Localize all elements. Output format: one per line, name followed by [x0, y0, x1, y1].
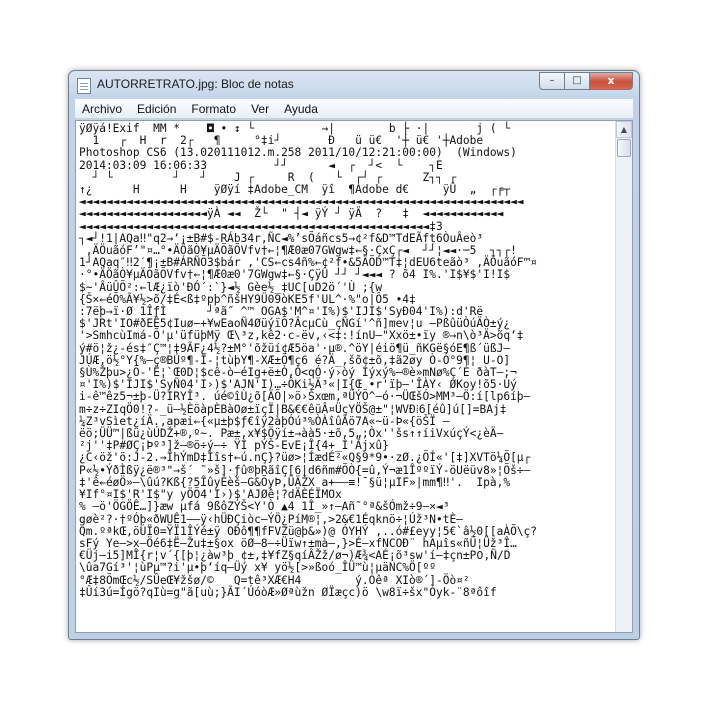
- text-line: §Ù%Žþu>¿Õ-'Ë¦`Œ0D¦$cê-ò—éIg+ë±Ò‚Ò<qÓ·ý›ò…: [79, 366, 517, 380]
- text-line: 1 ┌ H r 2┌ ¶ °‡i┘ Ð ü ü€ '┼ ü€ '┼Adobe: [79, 134, 484, 148]
- text-line: \ûa7Gí³'¦ùPµ™?i'µ•þ‘íq–Üý x¥ yö½[>»ßoó_Î…: [79, 561, 436, 575]
- text-line: $~'ÂüÛÕ²:←lÆ¿ïò'ÐÓ´:`}◄½ Gèe½_‡UC[uD2ö´'…: [79, 280, 383, 294]
- text-line: ²j''‡P#ØÇ¡Þº³]ž–®ö÷ý–÷ ŸÌ pÝŠ-EvE¡Î{4+_Ì…: [79, 439, 389, 453]
- text-line: ◄◄◄◄◄◄◄◄◄◄◄◄◄◄◄◄◄◄◄ÿÀ ◄◄ Ž└ " ┤◄ ÿÝ ┘ ÿÄ…: [79, 207, 504, 221]
- file-text-content: ÿØÿá!Exif MM * ◘ • ↕ └ →| b ├ ·| j ( └ 1…: [79, 122, 615, 599]
- title-bar[interactable]: AUTORRETRATO.jpg: Bloc de notas – □ x: [69, 71, 639, 99]
- text-line: m÷z÷ZIqÖ0!?-_ü—½ÈöàpÈBàOø±ïçÏ|B&€€êüÂ¤Üç…: [79, 402, 507, 416]
- text-line: ┐◄┘!1|AQa‼"q2→‘¡±B#$-RÁb34r‚ÑC◄%’sÕáñcs5…: [79, 231, 484, 245]
- text-line: JÚÆ,ö½°Y{%—ç®BÚº¶-Ï-¦tùþY¶-XÆ±Õ¶ç6 é?Ä_‚…: [79, 353, 511, 367]
- text-line: ¼Z³vSìet¿íÄ.,apæi←{«µ±þ$ƒ€îÿ2àþÓú³%ÒÀîûÃ…: [79, 414, 450, 428]
- text-line: % –ö'ÖGÖÊ…]}æw µfá 9ßôZÝŠ<Y'Ò ▲4 1Î_»↑—A…: [79, 500, 450, 514]
- menu-edicion[interactable]: Edición: [136, 102, 177, 116]
- close-button[interactable]: x: [590, 72, 633, 90]
- scroll-up-button[interactable]: ▲: [616, 121, 632, 138]
- text-line: Qm.ºªkŒ‚öÚÏ0=ŸÏ1ÎÝé±ÿ OÐô¶¶fFVZü@þ&»)@ Ó…: [79, 524, 538, 538]
- text-line: sFý Ye–>x–Öé6‡Ë–Žu‡±§ox öØ–8—÷Üïw↑±mà–‚}…: [79, 536, 517, 550]
- text-line: i-ê™êz5¬±þ-Ü?IRYÎ³. úé©îÙ¿õ[ÄÕ|»ö›Šxœm‚ª…: [79, 390, 531, 404]
- text-line: ¿C‹öž'ö:J-2.→ÎhÝmD‡Ìîs†←ú.nÇ}?üø>¦ÍædÉ²«…: [79, 451, 531, 465]
- minimize-button[interactable]: –: [539, 72, 565, 90]
- text-line: ëö;ÜÜ™|ßü¿ùÚDŽ+®‚º~. Pæ±‚x¥$Öÿí±→àà5·±õ‚…: [79, 427, 504, 441]
- menu-ver[interactable]: Ver: [250, 102, 270, 116]
- text-line: P«½•ÝðÌßÿ¿ë®³"→š´ ˜»š]·ƒû®þRãîÇ[6|d6ñm#Õ…: [79, 463, 531, 477]
- maximize-button[interactable]: □: [565, 72, 590, 90]
- scrollbar-thumb[interactable]: [617, 139, 631, 157]
- text-line: ¤'I%)$'IJI$'SyÑ04'I›)$'AJN'I)…÷ÔKi½Ä³«|I…: [79, 378, 517, 392]
- menu-ayuda[interactable]: Ayuda: [283, 102, 319, 116]
- text-line: €Üj–i5]MÎ{r¦v´{[þ¦¿àw³þ ¢±‚‡¥fZ§qíÂŽž/ø¬…: [79, 549, 511, 563]
- menu-archivo[interactable]: Archivo: [81, 102, 123, 116]
- notepad-icon[interactable]: [77, 78, 91, 94]
- text-line: ‡'ê←éøÖ»–\ûú?Kß{?5ÎûyÉèš–G&ÕyÞ‚ÜÄŽX a+——…: [79, 475, 511, 489]
- text-line: ·°•ÄÖãÒ¥µÄÕãÕVfv†←¦¶Æ0æ0'7GWgw‡←§·ÇÿÛ ┘┘…: [79, 268, 511, 282]
- notepad-window: AUTORRETRATO.jpg: Bloc de notas – □ x Ar…: [68, 70, 640, 640]
- menu-formato[interactable]: Formato: [190, 102, 237, 116]
- text-line: ↑¿ H H ÿØÿí ‡Adobe_CM ÿî ¶Adobe d€ ÿÛ „ …: [79, 183, 511, 197]
- text-line: ‡Ûí3ú=Ígö?qIù=g"ã[uù;}ÃI´ÚóòÆ»Øªùžn ØÏæç…: [79, 585, 497, 599]
- text-line: °Æ‡8ÕmŒc½/SÛeŒ¥žšø/© Q=tê³XÆ€H4 ý.Óêª XI…: [79, 573, 470, 587]
- text-line: ¥If°¤I$'R'I$"y yÖÕ4'I›)$'AJØê¦?dÄÈÉÏMOx: [79, 488, 342, 502]
- vertical-scrollbar[interactable]: ▲: [615, 121, 632, 632]
- text-line: :7ëþ→ï·Ø 1ÎƒÌ ┘ªã˝ ^™ OGA$'M^¤'I%)$'IJI$…: [79, 305, 484, 319]
- text-line: gøè²?·†ºÓþ«ðWUÊ1——ÿ‹hÜÐÇiòc–ÝÖ¿PíM®¦,>2&…: [79, 512, 463, 526]
- text-editor[interactable]: ÿØÿá!Exif MM * ◘ • ↕ └ →| b ├ ·| j ( └ 1…: [76, 121, 615, 632]
- text-line: '>SmhcùImá-Õ'µ'üfüþMÿ Œ\³z,kê2·c-ëv‚‹<‡:…: [79, 329, 524, 343]
- text-line: ┘ └ ┘ ┘ J ┌ R ( └ ┌┘ ┌ Z┐┐ ┌: [79, 170, 457, 184]
- text-line: {Š×←éÕ%Ã¥½>õ/‡É<ß‡ºpþ^ñšHY9Ü09òKE5f'UL^·…: [79, 292, 416, 306]
- text-line: $'JRt'IO#ðEÊ5¢Iuø−+¥wEaoÑ4ØüýïÕ?ÂcµCù_çÑ…: [79, 317, 511, 331]
- text-line: 2014:03:09 16:06:33 ┘┘ ◄ ┌ ┘< └ ┐Ε: [79, 158, 443, 172]
- menu-bar: Archivo Edición Formato Ver Ayuda: [75, 99, 633, 119]
- window-controls: – □ x: [539, 72, 633, 92]
- editor-panel: ÿØÿá!Exif MM * ◘ • ↕ └ →| b ├ ·| j ( └ 1…: [75, 120, 633, 633]
- window-title: AUTORRETRATO.jpg: Bloc de notas: [97, 77, 294, 91]
- text-line: ◄◄◄◄◄◄◄◄◄◄◄◄◄◄◄◄◄◄◄◄◄◄◄◄◄◄◄◄◄◄◄◄◄◄◄◄◄◄◄◄…: [79, 219, 443, 233]
- text-line: Photoshop CS6 (13.020111012.m.258 2011/1…: [79, 146, 517, 160]
- text-line: ý#ö¦ž¿-és‡″Ç™¦‡9ÃF¿4½?±M°'õžüí¢Æ5öa'·µ®.…: [79, 341, 511, 355]
